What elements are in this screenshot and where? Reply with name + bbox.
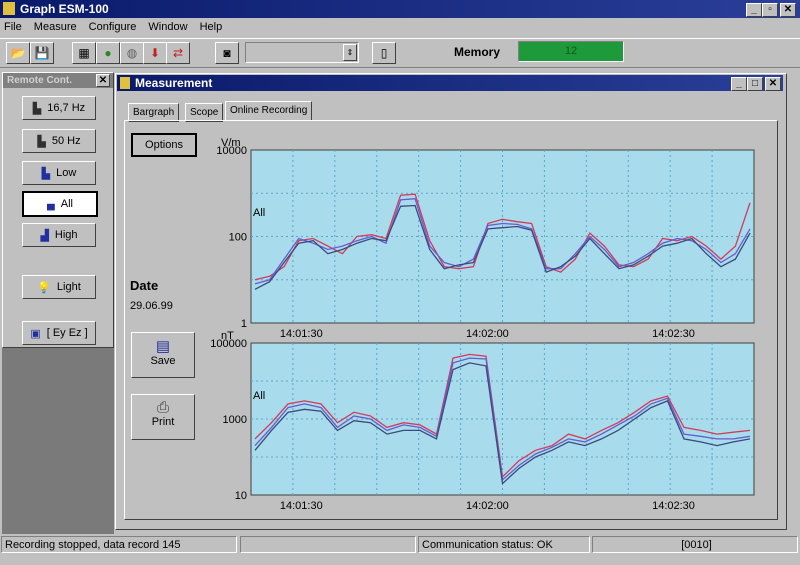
- y-tick-label: 100: [229, 232, 247, 244]
- menu-configure[interactable]: Configure: [89, 21, 137, 33]
- menu-file[interactable]: File: [4, 21, 22, 33]
- chart-electric-field: V/m10000100114:01:30 14:02:00 14:02:30All: [216, 137, 755, 340]
- menu-bar: File Measure Configure Window Help: [4, 21, 231, 37]
- filter-all-button[interactable]: ▄ All: [22, 191, 98, 217]
- measurement-icon: [120, 77, 130, 89]
- x-tick-label: 14:02:30: [652, 500, 695, 512]
- combo-spin-icon[interactable]: ⇕: [343, 44, 357, 61]
- options-button[interactable]: Options: [131, 133, 197, 157]
- y-tick-label: 1000: [223, 414, 247, 426]
- menu-window[interactable]: Window: [148, 21, 187, 33]
- save-button[interactable]: ▤ Save: [131, 332, 195, 378]
- remote-control-titlebar: Remote Cont. ✕: [3, 73, 113, 88]
- light-button[interactable]: 💡 Light: [22, 275, 96, 299]
- device-icon[interactable]: ▯: [372, 42, 396, 64]
- save-label: Save: [150, 355, 176, 367]
- bars-icon: ▙: [32, 102, 42, 115]
- app-title: Graph ESM-100: [20, 2, 109, 16]
- lightbulb-icon: 💡: [37, 281, 51, 294]
- status-code: [0010]: [592, 536, 798, 553]
- maximize-button[interactable]: ▫: [762, 3, 778, 17]
- charts-svg: V/m10000100114:01:30 14:02:00 14:02:30All …: [210, 137, 755, 512]
- x-tick-label: 14:01:30: [280, 500, 323, 512]
- print-label: Print: [151, 416, 175, 428]
- exchange-icon[interactable]: ⇄: [166, 42, 190, 64]
- bars-high-icon: ▟: [40, 229, 49, 242]
- status-communication: Communication status: OK: [418, 536, 590, 553]
- date-value: 29.06.99: [130, 300, 173, 312]
- measurement-close-button[interactable]: ✕: [765, 77, 781, 91]
- menu-help[interactable]: Help: [200, 21, 223, 33]
- memory-bar: 12: [518, 41, 624, 62]
- open-folder-icon[interactable]: 📂: [6, 42, 30, 64]
- remote-control-title: Remote Cont.: [7, 75, 72, 86]
- filter-50hz-button[interactable]: ▙ 50 Hz: [22, 129, 96, 153]
- series-label: All: [253, 207, 265, 219]
- light-label: Light: [56, 281, 81, 293]
- bars-all-icon: ▄: [46, 198, 55, 210]
- measurement-titlebar: Measurement _ □ ✕: [117, 75, 783, 91]
- remote-close-button[interactable]: ✕: [96, 74, 110, 87]
- x-tick-label: 14:01:30: [280, 328, 323, 340]
- globe-icon[interactable]: ◍: [120, 42, 144, 64]
- measurement-minimize-button[interactable]: _: [731, 77, 747, 91]
- date-label: Date: [130, 278, 159, 293]
- filter-50hz-label: 50 Hz: [51, 135, 81, 147]
- app-titlebar: Graph ESM-100 _ ▫ ✕: [0, 0, 800, 18]
- save-icon: ▤: [155, 338, 171, 355]
- filter-low-label: Low: [56, 167, 77, 179]
- print-preview-icon[interactable]: ▦: [72, 42, 96, 64]
- camera-icon[interactable]: ◙: [215, 42, 239, 64]
- y-tick-label: 10: [235, 490, 247, 502]
- y-tick-label: 100000: [210, 338, 247, 350]
- red-arrow-icon[interactable]: ⬇: [143, 42, 167, 64]
- filter-16hz-label: 16,7 Hz: [47, 102, 86, 114]
- app-icon: [3, 2, 15, 15]
- series-label: All: [253, 390, 265, 402]
- filter-16hz-button[interactable]: ▙ 16,7 Hz: [22, 96, 96, 120]
- close-button[interactable]: ✕: [780, 3, 796, 17]
- memory-label: Memory: [454, 45, 501, 59]
- x-tick-label: 14:02:30: [652, 328, 695, 340]
- x-tick-label: 14:02:00: [466, 500, 509, 512]
- monitor-icon: ▣: [30, 327, 41, 340]
- filter-high-button[interactable]: ▟ High: [22, 223, 96, 247]
- save-disk-icon[interactable]: 💾: [30, 42, 54, 64]
- x-tick-label: 14:02:00: [466, 328, 509, 340]
- tab-online-recording[interactable]: Online Recording: [225, 101, 313, 121]
- y-tick-label: 1: [241, 318, 247, 330]
- measurement-maximize-button[interactable]: □: [747, 77, 763, 91]
- filter-high-label: High: [54, 229, 78, 241]
- menu-measure[interactable]: Measure: [34, 21, 77, 33]
- bars-icon: ▙: [37, 135, 46, 148]
- memory-value: 12: [564, 45, 578, 57]
- device-combo[interactable]: ⇕: [245, 42, 359, 63]
- chart-magnetic-field: nT10000010001014:01:30 14:02:00 14:02:30Al…: [210, 330, 755, 512]
- workspace-background: [2, 348, 114, 534]
- filter-low-button[interactable]: ▙ Low: [22, 161, 96, 185]
- y-tick-label: 10000: [216, 145, 247, 157]
- green-circle-icon[interactable]: ●: [96, 42, 120, 64]
- eyez-label: [ Ey Ez ]: [46, 327, 88, 339]
- status-code-text: [0010]: [681, 539, 712, 551]
- print-button[interactable]: ⎙ Print: [131, 394, 195, 440]
- status-empty: [240, 536, 416, 553]
- bars-low-icon: ▙: [41, 167, 51, 180]
- eyez-button[interactable]: ▣ [ Ey Ez ]: [22, 321, 96, 345]
- minimize-button[interactable]: _: [746, 3, 762, 17]
- measurement-title: Measurement: [135, 76, 213, 90]
- status-message: Recording stopped, data record 145: [1, 536, 237, 553]
- printer-icon: ⎙: [156, 399, 169, 416]
- filter-all-label: All: [60, 198, 74, 210]
